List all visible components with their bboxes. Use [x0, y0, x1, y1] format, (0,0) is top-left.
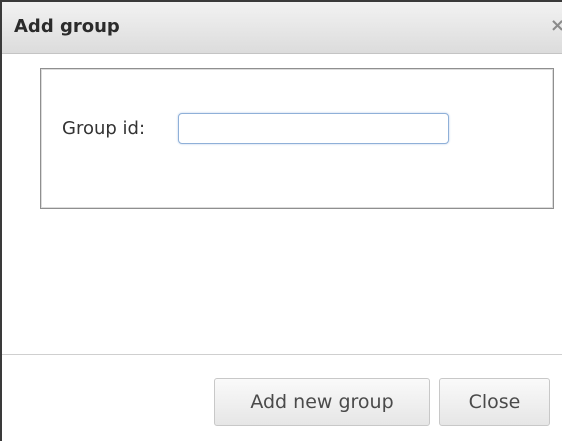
add-group-dialog: Add group × Group id: Add new group Clos… — [0, 0, 562, 441]
add-new-group-button[interactable]: Add new group — [214, 378, 430, 426]
footer-divider — [2, 354, 562, 355]
close-button[interactable]: Close — [439, 378, 550, 426]
group-id-label: Group id: — [62, 118, 146, 139]
dialog-titlebar[interactable]: Add group × — [2, 2, 562, 54]
group-form-panel: Group id: — [40, 68, 554, 209]
close-icon[interactable]: × — [550, 15, 562, 36]
dialog-title: Add group — [14, 16, 120, 37]
group-id-input[interactable] — [178, 113, 449, 144]
